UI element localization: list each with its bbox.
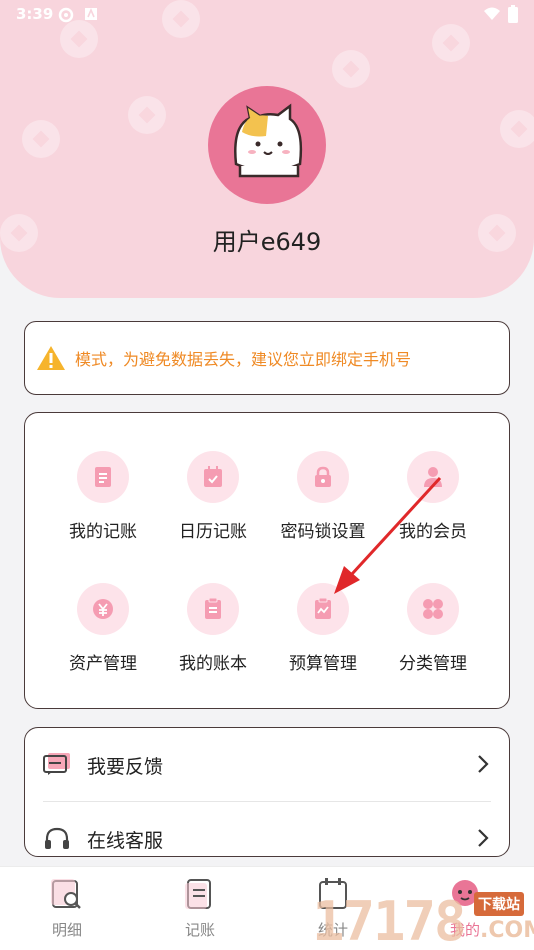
book-icon: [187, 583, 239, 635]
asset-icon: [77, 583, 129, 635]
feature-my-ledger[interactable]: 我的记账: [48, 451, 158, 542]
headset-icon: [43, 826, 71, 856]
feature-label: 日历记账: [179, 522, 247, 542]
watermark-digits: 17178: [312, 890, 467, 950]
coin-decoration: [128, 96, 166, 134]
feature-label: 分类管理: [399, 654, 467, 674]
feature-label: 预算管理: [289, 654, 357, 674]
menu-list: 我要反馈 在线客服: [24, 727, 510, 857]
notification-status-icon: [84, 7, 98, 21]
tab-record[interactable]: 记账: [155, 877, 245, 940]
coin-decoration: [22, 120, 60, 158]
chevron-right-icon: [477, 754, 489, 778]
details-icon: [51, 879, 81, 909]
feature-membership[interactable]: 我的会员: [378, 451, 488, 542]
menu-item-label: 在线客服: [87, 830, 164, 852]
feature-grid: 我的记账 日历记账 密码锁设置 我的会员 资产管理 我的账本 预算管理 分类管理: [24, 412, 510, 709]
wifi-icon: [484, 7, 500, 21]
feature-budget-management[interactable]: 预算管理: [268, 583, 378, 674]
cat-avatar-icon: [234, 103, 303, 178]
battery-icon: [508, 5, 522, 23]
feature-my-account-book[interactable]: 我的账本: [158, 583, 268, 674]
feature-label: 我的会员: [399, 522, 467, 542]
status-time: 3:39: [16, 5, 54, 23]
tab-label: 明细: [51, 921, 82, 939]
ledger-icon: [77, 451, 129, 503]
settings-status-icon: [58, 7, 74, 23]
record-icon: [185, 879, 211, 909]
feature-asset-management[interactable]: 资产管理: [48, 583, 158, 674]
feature-label: 我的记账: [69, 522, 137, 542]
feature-label: 资产管理: [69, 654, 137, 674]
status-bar: 3:39: [0, 0, 534, 30]
tab-details[interactable]: 明细: [22, 877, 112, 940]
lock-icon: [297, 451, 349, 503]
category-icon: [407, 583, 459, 635]
avatar[interactable]: [208, 86, 326, 204]
calendar-icon: [187, 451, 239, 503]
menu-item-online-support[interactable]: 在线客服: [25, 802, 509, 856]
menu-item-feedback[interactable]: 我要反馈: [25, 728, 509, 800]
tab-label: 记账: [184, 921, 215, 939]
bind-phone-notice[interactable]: 模式，为避免数据丢失，建议您立即绑定手机号: [24, 321, 510, 395]
coin-decoration: [500, 110, 534, 148]
feedback-icon: [43, 752, 71, 780]
coin-decoration: [332, 50, 370, 88]
feature-password-lock[interactable]: 密码锁设置: [268, 451, 378, 542]
warning-icon: [36, 345, 66, 375]
feature-label: 密码锁设置: [280, 522, 366, 542]
profile-header: 3:39 用户e649: [0, 0, 534, 298]
chevron-right-icon: [477, 828, 489, 852]
watermark-domain: .COM: [480, 918, 534, 943]
site-watermark: 17178 下载站 .COM: [312, 882, 534, 950]
feature-label: 我的账本: [179, 654, 247, 674]
watermark-site: 下载站: [474, 892, 524, 916]
feature-category-management[interactable]: 分类管理: [378, 583, 488, 674]
menu-item-label: 我要反馈: [87, 756, 164, 778]
feature-calendar-entry[interactable]: 日历记账: [158, 451, 268, 542]
username[interactable]: 用户e649: [0, 222, 534, 257]
notice-text: 模式，为避免数据丢失，建议您立即绑定手机号: [75, 350, 412, 369]
budget-icon: [297, 583, 349, 635]
member-icon: [407, 451, 459, 503]
